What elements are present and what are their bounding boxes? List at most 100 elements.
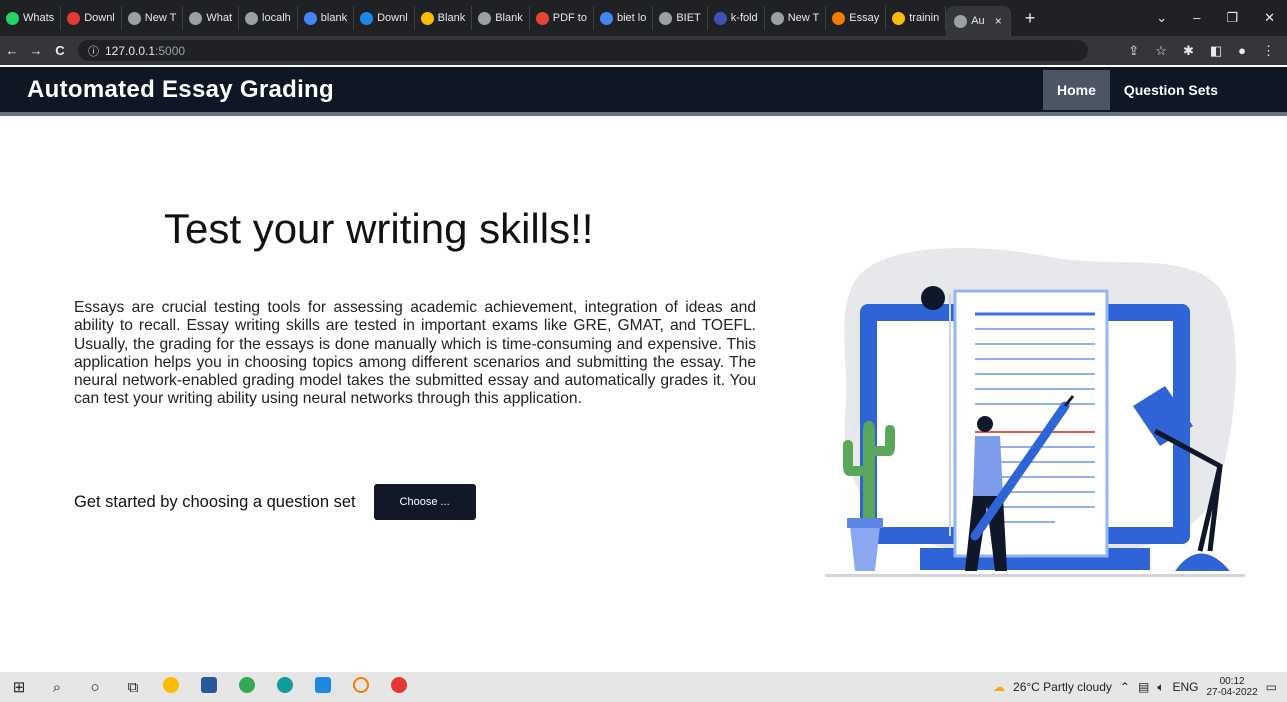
tab-close-icon[interactable]: ×	[995, 14, 1002, 28]
tab-favicon-icon	[478, 11, 492, 25]
tab-active[interactable]: Au ×	[946, 6, 1011, 36]
browser-tab[interactable]: trainin	[886, 6, 947, 30]
address-bar-tools: ⇪ ☆ ✱ ◧ ● ⋮	[1128, 43, 1287, 59]
page-title: Test your writing skills!!	[164, 205, 594, 252]
back-icon[interactable]: ←	[0, 43, 24, 58]
tab-favicon-icon	[303, 11, 317, 25]
new-tab-button[interactable]: +	[1019, 8, 1042, 29]
tab-favicon-icon	[659, 11, 673, 25]
search-icon[interactable]: ⌕	[38, 679, 76, 696]
browser-tab[interactable]: Downl	[61, 6, 122, 30]
choose-question-set-button[interactable]: Choose ...	[373, 484, 476, 520]
tab-favicon-icon	[67, 11, 81, 25]
network-icon[interactable]: ▤	[1138, 680, 1149, 694]
tab-favicon-icon	[535, 11, 549, 25]
browser-tab[interactable]: Blank	[415, 6, 473, 30]
nav-link-home[interactable]: Home	[1042, 69, 1110, 110]
word-taskbar-icon[interactable]	[190, 677, 228, 697]
anaconda-taskbar-icon[interactable]	[342, 677, 380, 697]
tab-label: New T	[787, 12, 820, 24]
sidebar-icon[interactable]: ◧	[1210, 43, 1222, 59]
forward-icon[interactable]: →	[24, 43, 48, 58]
cta-label: Get started by choosing a question set	[74, 492, 356, 511]
browser-tab[interactable]: Whats	[0, 6, 62, 30]
tab-label: PDF to	[552, 12, 587, 24]
cta-row: Get started by choosing a question set C…	[74, 484, 476, 520]
tab-favicon-icon	[189, 11, 203, 25]
tab-label: What	[206, 12, 233, 24]
windows-start-icon[interactable]: ⊞	[0, 678, 38, 696]
extensions-icon[interactable]: ✱	[1183, 43, 1194, 59]
tab-active-label: Au	[971, 15, 985, 27]
address-bar: ← → C ⓘ 127.0.0.1:5000 ⇪ ☆ ✱ ◧ ● ⋮	[0, 36, 1287, 65]
clock-time: 00:12	[1219, 676, 1245, 687]
browser-tab[interactable]: localh	[239, 6, 298, 30]
browser-tab[interactable]: New T	[765, 6, 827, 30]
notifications-icon[interactable]: ▭	[1266, 680, 1277, 694]
tab-favicon-icon	[599, 11, 613, 25]
restore-icon[interactable]: ❐	[1226, 10, 1238, 26]
tab-label: Blank	[495, 12, 523, 24]
share-icon[interactable]: ⇪	[1128, 43, 1139, 59]
tab-favicon-icon	[420, 11, 434, 25]
weather-text[interactable]: 26°C Partly cloudy	[1013, 680, 1112, 694]
app-taskbar-icon[interactable]	[380, 677, 418, 697]
chevron-down-icon[interactable]: ⌄	[1156, 10, 1167, 26]
bookmark-star-icon[interactable]: ☆	[1155, 43, 1167, 59]
site-info-icon[interactable]: ⓘ	[88, 43, 99, 59]
close-window-icon[interactable]: ✕	[1264, 10, 1275, 26]
url-host: 127.0.0.1	[105, 43, 156, 58]
tab-label: Downl	[84, 12, 115, 24]
browser-tab-strip: Whats Downl New T What localh blank Downl Blank…	[0, 0, 1287, 36]
chrome-icon	[954, 14, 968, 28]
volume-icon[interactable]: 🔈︎	[1157, 680, 1164, 695]
browser-tab[interactable]: Downl	[354, 6, 415, 30]
tab-label: trainin	[909, 12, 940, 24]
nav-link-question-sets[interactable]: Question Sets	[1110, 70, 1232, 110]
browser-tab[interactable]: What	[183, 6, 240, 30]
url-port: :5000	[155, 43, 186, 58]
browser-tab[interactable]: PDF to	[530, 6, 594, 30]
photos-taskbar-icon[interactable]	[304, 677, 342, 697]
tab-label: k-fold	[730, 12, 758, 24]
nav-links: Home Question Sets	[1042, 67, 1232, 112]
windows-taskbar: ⊞ ⌕ ○ ⧉ ☁ 26°C Partly cloudy ⌃ ▤ 🔈︎ ENG …	[0, 672, 1287, 702]
chrome-taskbar-icon[interactable]	[152, 677, 190, 697]
tab-label: Downl	[377, 12, 408, 24]
task-view-icon[interactable]: ⧉	[114, 679, 152, 696]
browser-tab[interactable]: k-fold	[708, 6, 765, 30]
tab-label: Blank	[437, 12, 466, 24]
profile-avatar-icon[interactable]: ●	[1238, 43, 1246, 59]
window-controls: ⌄ – ❐ ✕	[1156, 10, 1287, 26]
weather-icon[interactable]: ☁	[993, 680, 1005, 694]
browser-tab[interactable]: BIET	[653, 6, 708, 30]
browser-tab[interactable]: Essay	[826, 6, 887, 30]
tab-favicon-icon	[360, 11, 374, 25]
tab-label: localh	[262, 12, 291, 24]
chevron-up-icon[interactable]: ⌃	[1120, 680, 1130, 694]
browser-tab[interactable]: biet lo	[594, 6, 654, 30]
tab-label: blank	[320, 12, 348, 24]
menu-kebab-icon[interactable]: ⋮	[1262, 43, 1275, 59]
chrome-profile-taskbar-icon[interactable]	[228, 677, 266, 697]
tab-favicon-icon	[245, 11, 259, 25]
cortana-icon[interactable]: ○	[76, 679, 114, 696]
edge-taskbar-icon[interactable]	[266, 677, 304, 697]
browser-tab[interactable]: Blank	[472, 6, 530, 30]
tab-favicon-icon	[892, 11, 906, 25]
minimize-icon[interactable]: –	[1193, 10, 1200, 26]
url-input[interactable]: ⓘ 127.0.0.1:5000	[78, 40, 1088, 61]
tab-label: Whats	[23, 12, 55, 24]
site-brand[interactable]: Automated Essay Grading	[27, 76, 334, 104]
language-indicator[interactable]: ENG	[1172, 680, 1198, 694]
browser-tab[interactable]: blank	[298, 6, 355, 30]
site-navbar: Automated Essay Grading Home Question Se…	[0, 67, 1287, 116]
browser-tab[interactable]: New T	[122, 6, 184, 30]
clock[interactable]: 00:12 27-04-2022	[1207, 676, 1258, 698]
tabs-container: Whats Downl New T What localh blank Downl Blank…	[0, 0, 947, 36]
tab-label: BIET	[676, 12, 701, 24]
system-tray: ☁ 26°C Partly cloudy ⌃ ▤ 🔈︎ ENG 00:12 27…	[993, 676, 1287, 698]
tab-label: New T	[144, 12, 177, 24]
tab-label: biet lo	[616, 12, 647, 24]
reload-icon[interactable]: C	[48, 43, 72, 58]
